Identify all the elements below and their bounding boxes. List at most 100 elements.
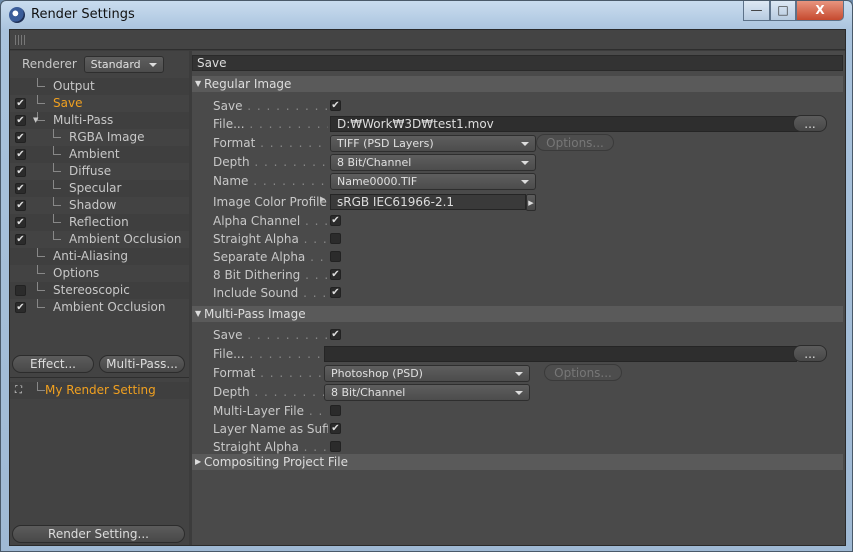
multipass-button[interactable]: Multi-Pass... bbox=[99, 355, 185, 373]
checkbox[interactable]: ✔ bbox=[330, 100, 341, 111]
dot-leader: . . . . . . . . . . . . . . . . . . bbox=[254, 385, 328, 399]
label-text: Save bbox=[213, 328, 243, 342]
checkbox[interactable]: ✔ bbox=[330, 269, 341, 280]
setting-label: Image Color Profile . . . . . . . . . . … bbox=[213, 193, 328, 211]
setting-row-8-bit-dithering: 8 Bit Dithering . . . . . . . . . . . . … bbox=[213, 266, 833, 284]
close-button[interactable]: X bbox=[796, 1, 844, 21]
dot-leader: . . . . . . . . . . . . . . . . . . bbox=[308, 404, 328, 418]
tree-item[interactable]: Anti-Aliasing bbox=[10, 248, 189, 265]
multipass-image-section[interactable]: ▼ Multi-Pass Image bbox=[192, 306, 843, 322]
checkbox[interactable]: ✔ bbox=[330, 329, 341, 340]
checkbox[interactable] bbox=[330, 233, 341, 244]
regular-image-section[interactable]: ▼ Regular Image bbox=[192, 76, 843, 92]
tree-item[interactable]: ✔ Ambient bbox=[10, 146, 189, 163]
tree-item[interactable]: ✔ Ambient Occlusion bbox=[10, 231, 189, 248]
setting-row-name: Name . . . . . . . . . . . . . . . . . .… bbox=[213, 172, 833, 190]
minimize-button[interactable]: — bbox=[743, 1, 770, 21]
label-text: Save bbox=[213, 99, 243, 113]
tree-item[interactable]: ✔ Reflection bbox=[10, 214, 189, 231]
checkbox[interactable] bbox=[330, 251, 341, 262]
setting-row-file-: File... . . . . . . . . . . . . . . . . … bbox=[213, 115, 833, 133]
render-setting-button[interactable]: Render Setting... bbox=[12, 525, 185, 543]
profile-menu-button[interactable]: ▶ bbox=[526, 194, 536, 211]
setting-row-alpha-channel: Alpha Channel . . . . . . . . . . . . . … bbox=[213, 212, 833, 230]
tree-item[interactable]: ✔ Save bbox=[10, 95, 189, 112]
expand-arrow-icon[interactable]: ▼ bbox=[33, 112, 38, 129]
checkbox[interactable] bbox=[330, 405, 341, 416]
setting-label: Alpha Channel . . . . . . . . . . . . . … bbox=[213, 212, 328, 230]
renderer-dropdown[interactable]: Standard bbox=[83, 56, 164, 73]
enable-checkbox[interactable]: ✔ bbox=[15, 234, 26, 245]
toolbar bbox=[10, 30, 845, 50]
dot-leader: . . . . . . . . . . . . . . . . . . bbox=[249, 347, 328, 361]
options-button[interactable]: Options... bbox=[536, 134, 614, 151]
cinema4d-app-icon bbox=[9, 7, 25, 23]
select-format[interactable]: TIFF (PSD Layers) bbox=[330, 135, 536, 152]
dot-leader: . . . . . . . . . . . . . . . . . . bbox=[303, 232, 328, 246]
tree-item[interactable]: ✔ Specular bbox=[10, 180, 189, 197]
setting-label: Include Sound . . . . . . . . . . . . . … bbox=[213, 284, 328, 302]
compositing-project-file-section[interactable]: ▶ Compositing Project File bbox=[192, 454, 843, 470]
tree-item-label: Stereoscopic bbox=[53, 283, 130, 297]
dot-leader: . . . . . . . . . . . . . . . . . . bbox=[305, 214, 328, 228]
tree-item[interactable]: Output bbox=[10, 78, 189, 95]
enable-checkbox[interactable]: ✔ bbox=[15, 132, 26, 143]
enable-checkbox[interactable]: ✔ bbox=[15, 166, 26, 177]
label-text: Multi-Layer File bbox=[213, 404, 305, 418]
select-name[interactable]: Name0000.TIF bbox=[330, 173, 536, 190]
section-title: Compositing Project File bbox=[204, 455, 348, 469]
tree-item[interactable]: ✔ RGBA Image bbox=[10, 129, 189, 146]
tree-item[interactable]: ✔ Ambient Occlusion bbox=[10, 299, 189, 316]
file-path-input[interactable]: D:₩Work₩3D₩test1.mov bbox=[330, 116, 800, 132]
browse-button[interactable]: ... bbox=[793, 115, 827, 132]
render-settings-window: Render Settings — □ X Renderer Standard … bbox=[0, 0, 853, 552]
select-depth[interactable]: 8 Bit/Channel bbox=[324, 384, 530, 401]
render-setting-item[interactable]: ⛶ My Render Setting bbox=[10, 382, 189, 399]
label-text: Include Sound bbox=[213, 286, 299, 300]
label-text: Straight Alpha bbox=[213, 440, 299, 454]
effect-button[interactable]: Effect... bbox=[12, 355, 94, 373]
select-format[interactable]: Photoshop (PSD) bbox=[324, 365, 530, 382]
enable-checkbox[interactable]: ✔ bbox=[15, 149, 26, 160]
browse-button[interactable]: ... bbox=[793, 345, 827, 362]
setting-row-multi-layer-file: Multi-Layer File . . . . . . . . . . . .… bbox=[213, 402, 833, 420]
label-text: Depth bbox=[213, 385, 250, 399]
checkbox[interactable]: ✔ bbox=[330, 287, 341, 298]
tree-item[interactable]: ✔ Shadow bbox=[10, 197, 189, 214]
tree-item[interactable]: Options bbox=[10, 265, 189, 282]
setting-row-depth: Depth . . . . . . . . . . . . . . . . . … bbox=[213, 383, 833, 401]
tree-item-label: Options bbox=[53, 266, 100, 280]
tree-item[interactable]: Stereoscopic bbox=[10, 282, 189, 299]
tree-item-label: Specular bbox=[69, 181, 122, 195]
checkbox[interactable]: ✔ bbox=[330, 423, 341, 434]
options-button[interactable]: Options... bbox=[544, 364, 622, 381]
enable-checkbox[interactable]: ✔ bbox=[15, 183, 26, 194]
profile-arrow-icon[interactable]: ▶ bbox=[320, 190, 325, 208]
enable-checkbox[interactable] bbox=[15, 285, 26, 296]
setting-label: Separate Alpha . . . . . . . . . . . . .… bbox=[213, 248, 328, 266]
collapse-triangle-icon: ▼ bbox=[195, 79, 202, 88]
maximize-button[interactable]: □ bbox=[770, 1, 796, 21]
enable-checkbox[interactable]: ✔ bbox=[15, 98, 26, 109]
dot-leader: . . . . . . . . . . . . . . . . . . bbox=[303, 440, 328, 454]
tree-item[interactable]: ✔ Diffuse bbox=[10, 163, 189, 180]
enable-checkbox[interactable]: ✔ bbox=[15, 200, 26, 211]
enable-checkbox[interactable]: ✔ bbox=[15, 302, 26, 313]
expand-triangle-icon: ▶ bbox=[195, 457, 202, 466]
tree-item-label: Anti-Aliasing bbox=[53, 249, 128, 263]
dot-leader: . . . . . . . . . . . . . . . . . . bbox=[327, 195, 328, 209]
dot-leader: . . . . . . . . . . . . . . . . . . bbox=[254, 155, 328, 169]
enable-checkbox[interactable]: ✔ bbox=[15, 115, 26, 126]
tree-item-label: Diffuse bbox=[69, 164, 112, 178]
tree-item[interactable]: ✔ ▼ Multi-Pass bbox=[10, 112, 189, 129]
file-path-input[interactable] bbox=[324, 346, 797, 362]
dot-leader: . . . . . . . . . . . . . . . . . . bbox=[310, 250, 328, 264]
tree-item-label: Reflection bbox=[69, 215, 129, 229]
select-depth[interactable]: 8 Bit/Channel bbox=[330, 154, 536, 171]
enable-checkbox[interactable]: ✔ bbox=[15, 217, 26, 228]
panel-header: Save bbox=[192, 55, 843, 71]
setting-label: Layer Name as Suffix . . . . . . . . . .… bbox=[213, 420, 328, 438]
checkbox[interactable] bbox=[330, 441, 341, 452]
grip-icon[interactable] bbox=[15, 35, 27, 45]
checkbox[interactable]: ✔ bbox=[330, 215, 341, 226]
